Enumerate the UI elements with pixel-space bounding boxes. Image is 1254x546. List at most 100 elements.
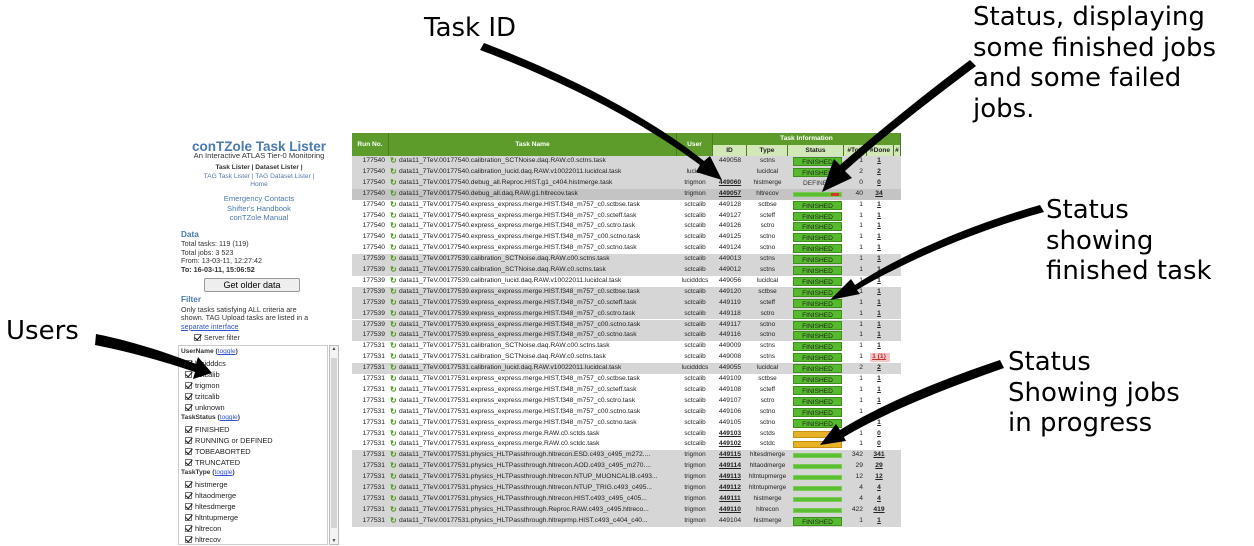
cell-done-jobs[interactable]: 0 (867, 178, 891, 189)
server-filter-checkbox[interactable]: Server filter (194, 333, 240, 342)
table-row[interactable]: 177531 ↻ data11_7TeV.00177531.express_expr… (352, 439, 901, 451)
cell-done-jobs[interactable]: 1 (867, 156, 891, 167)
cell-task-name[interactable]: ↻ data11_7TeV.00177539.express_express.me… (389, 287, 689, 298)
refresh-icon[interactable]: ↻ (390, 385, 397, 396)
refresh-icon[interactable]: ↻ (390, 189, 397, 200)
refresh-icon[interactable]: ↻ (390, 243, 397, 254)
filter-checkbox[interactable]: hltesdmerge (185, 502, 236, 511)
refresh-icon[interactable]: ↻ (390, 156, 397, 167)
table-row[interactable]: 177531 ↻ data11_7TeV.00177531.physics_HLTP… (352, 472, 901, 483)
filter-checkbox[interactable]: TOBEABORTED (185, 447, 251, 456)
nav-link-home[interactable]: Home (184, 181, 334, 190)
cell-task-id[interactable]: 449114 (713, 461, 747, 472)
table-row[interactable]: 177540 ↻ data11_7TeV.00177540.calibration_… (352, 156, 901, 167)
table-row[interactable]: 177531 ↻ data11_7TeV.00177531.calibration_… (352, 341, 901, 353)
table-row[interactable]: 177531 ↻ data11_7TeV.00177531.physics_HLTP… (352, 450, 901, 462)
table-row[interactable]: 177539 ↻ data11_7TeV.00177539.express_expr… (352, 330, 901, 342)
cell-task-id[interactable]: 449057 (713, 189, 747, 200)
refresh-icon[interactable]: ↻ (390, 232, 397, 243)
filter-checkbox[interactable]: trigmon (185, 381, 220, 390)
cell-task-name[interactable]: ↻ data11_7TeV.00177531.physics_HLTPassthr… (389, 483, 689, 494)
table-row[interactable]: 177540 ↻ data11_7TeV.00177540.express_expr… (352, 199, 901, 211)
cell-task-name[interactable]: ↻ data11_7TeV.00177540.express_express.me… (389, 211, 689, 222)
cell-done-jobs[interactable]: 419 (867, 505, 891, 516)
cell-task-name[interactable]: ↻ data11_7TeV.00177540.calibration_lucid.… (389, 167, 689, 178)
filter-checkbox[interactable]: hltntupmerge (185, 513, 238, 522)
cell-task-name[interactable]: ↻ data11_7TeV.00177531.express_express.me… (389, 385, 689, 396)
cell-done-jobs[interactable]: 1 (867, 407, 891, 418)
nav-link-task-lister[interactable]: Task Lister | Dataset Lister | (184, 164, 334, 173)
table-row[interactable]: 177531 ↻ data11_7TeV.00177531.express_expr… (352, 374, 901, 385)
cell-done-jobs[interactable]: 1 (867, 232, 891, 243)
table-row[interactable]: 177540 ↻ data11_7TeV.00177540.express_expr… (352, 243, 901, 255)
cell-done-jobs[interactable]: 1 (867, 309, 891, 320)
cell-done-jobs[interactable]: 1 (867, 320, 891, 331)
table-row[interactable]: 177539 ↻ data11_7TeV.00177539.calibration_… (352, 265, 901, 276)
cell-done-jobs[interactable]: 1 (867, 254, 891, 265)
table-row[interactable]: 177531 ↻ data11_7TeV.00177531.physics_HLTP… (352, 504, 901, 516)
filter-checkbox[interactable]: TRUNCATED (185, 458, 240, 467)
cell-task-name[interactable]: ↻ data11_7TeV.00177539.express_express.me… (389, 330, 689, 341)
filter-checkbox[interactable]: sctcalib (185, 370, 220, 379)
cell-task-name[interactable]: ↻ data11_7TeV.00177540.debug_all.Reproc.H… (389, 178, 689, 189)
toggle-link[interactable]: toggle (220, 414, 238, 421)
cell-done-jobs[interactable]: 1 (867, 276, 891, 287)
table-row[interactable]: 177539 ↻ data11_7TeV.00177539.express_expr… (352, 297, 901, 309)
toggle-link[interactable]: toggle (214, 469, 232, 476)
cell-task-id[interactable]: 449115 (713, 450, 747, 461)
link-manual[interactable]: conTZole Manual (176, 213, 342, 223)
cell-task-name[interactable]: ↻ data11_7TeV.00177531.calibration_SCTNoi… (389, 352, 689, 363)
refresh-icon[interactable]: ↻ (390, 494, 397, 505)
filter-checkbox[interactable]: histmerge (185, 480, 227, 489)
header-run-no[interactable]: Run No. (352, 133, 389, 156)
filter-checkbox[interactable]: lucidddcs (185, 359, 226, 368)
refresh-icon[interactable]: ↻ (390, 178, 397, 189)
cell-done-jobs[interactable]: 0 (867, 439, 891, 450)
table-row[interactable]: 177539 ↻ data11_7TeV.00177539.express_expr… (352, 308, 901, 320)
cell-done-jobs[interactable]: 0 (867, 429, 891, 440)
separate-interface-link[interactable]: separate interface (181, 322, 341, 331)
cell-task-id[interactable]: 449103 (713, 429, 747, 440)
table-row[interactable]: 177539 ↻ data11_7TeV.00177539.calibration_… (352, 275, 901, 287)
cell-task-name[interactable]: ↻ data11_7TeV.00177531.express_express.me… (389, 396, 689, 407)
link-emergency-contacts[interactable]: Emergency Contacts (176, 194, 342, 204)
cell-task-name[interactable]: ↻ data11_7TeV.00177540.express_express.me… (389, 243, 689, 254)
cell-done-jobs[interactable]: 2 (867, 167, 891, 178)
refresh-icon[interactable]: ↻ (390, 330, 397, 341)
cell-done-jobs[interactable]: 1 (867, 418, 891, 429)
cell-done-jobs[interactable]: 2 (867, 363, 891, 374)
header-done[interactable]: #Done (867, 145, 894, 156)
refresh-icon[interactable]: ↻ (390, 211, 397, 222)
cell-task-name[interactable]: ↻ data11_7TeV.00177540.express_express.me… (389, 200, 689, 211)
cell-task-name[interactable]: ↻ data11_7TeV.00177539.express_express.me… (389, 309, 689, 320)
cell-task-name[interactable]: ↻ data11_7TeV.00177531.calibration_lucid.… (389, 363, 689, 374)
cell-done-jobs[interactable]: 1 (867, 396, 891, 407)
cell-done-jobs[interactable]: 12 (867, 472, 891, 483)
cell-done-jobs[interactable]: 1 (867, 211, 891, 222)
cell-task-name[interactable]: ↻ data11_7TeV.00177531.physics_HLTPassthr… (389, 450, 689, 461)
filter-checkbox[interactable]: FINISHED (185, 425, 230, 434)
cell-task-name[interactable]: ↻ data11_7TeV.00177531.physics_HLTPassthr… (389, 494, 689, 505)
refresh-icon[interactable]: ↻ (390, 461, 397, 472)
table-row[interactable]: 177539 ↻ data11_7TeV.00177539.express_expr… (352, 319, 901, 331)
refresh-icon[interactable]: ↻ (390, 450, 397, 461)
cell-task-name[interactable]: ↻ data11_7TeV.00177539.express_express.me… (389, 320, 689, 331)
cell-task-id[interactable]: 449110 (713, 505, 747, 516)
toggle-link[interactable]: toggle (218, 348, 236, 355)
cell-done-jobs[interactable]: 1 (867, 265, 891, 276)
table-row[interactable]: 177531 ↻ data11_7TeV.00177531.physics_HLTP… (352, 461, 901, 473)
refresh-icon[interactable]: ↻ (390, 407, 397, 418)
cell-task-name[interactable]: ↻ data11_7TeV.00177539.express_express.me… (389, 298, 689, 309)
filter-checkbox[interactable]: hltrecov (185, 535, 221, 544)
filter-checkbox[interactable]: hltrecon (185, 524, 221, 533)
cell-task-name[interactable]: ↻ data11_7TeV.00177539.calibration_SCTNoi… (389, 265, 689, 276)
cell-done-jobs[interactable]: 341 (867, 450, 891, 461)
cell-done-jobs[interactable]: 1 (867, 298, 891, 309)
refresh-icon[interactable]: ↻ (390, 516, 397, 527)
table-row[interactable]: 177539 ↻ data11_7TeV.00177539.express_expr… (352, 286, 901, 298)
cell-task-id[interactable]: 449060 (713, 178, 747, 189)
cell-task-name[interactable]: ↻ data11_7TeV.00177531.express_express.me… (389, 374, 689, 385)
filter-scrollbar[interactable]: ▲ ▼ (329, 345, 339, 545)
link-shifters-handbook[interactable]: Shifter's Handbook (176, 204, 342, 214)
cell-task-name[interactable]: ↻ data11_7TeV.00177540.calibration_SCTNoi… (389, 156, 689, 167)
